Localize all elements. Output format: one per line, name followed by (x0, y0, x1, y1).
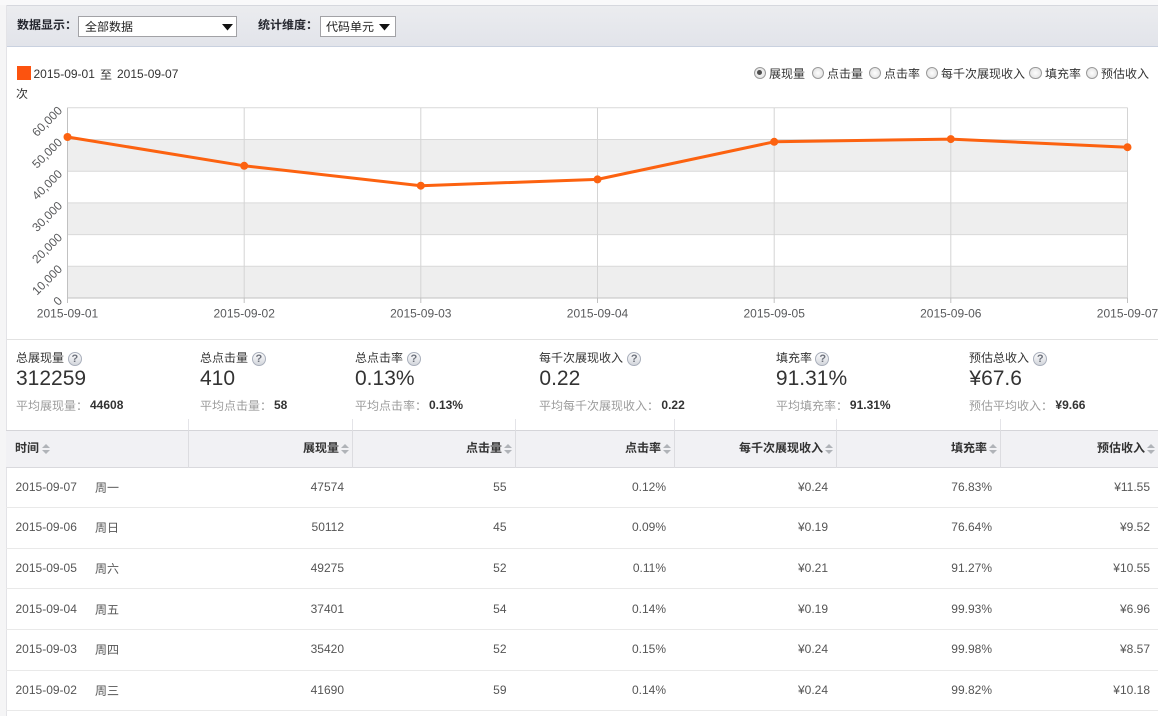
svg-text:20,000: 20,000 (29, 230, 65, 266)
svg-text:60,000: 60,000 (29, 103, 65, 139)
svg-text:2015-09-02: 2015-09-02 (214, 307, 276, 321)
svg-text:2015-09-06: 2015-09-06 (920, 307, 982, 321)
svg-text:50,000: 50,000 (29, 135, 65, 171)
svg-text:2015-09-05: 2015-09-05 (744, 307, 806, 321)
svg-text:10,000: 10,000 (29, 262, 65, 298)
svg-text:2015-09-03: 2015-09-03 (390, 307, 452, 321)
svg-text:2015-09-07: 2015-09-07 (1097, 307, 1158, 321)
svg-text:40,000: 40,000 (29, 167, 65, 203)
svg-text:2015-09-01: 2015-09-01 (37, 307, 99, 321)
svg-text:30,000: 30,000 (29, 198, 65, 234)
svg-text:2015-09-04: 2015-09-04 (567, 307, 629, 321)
